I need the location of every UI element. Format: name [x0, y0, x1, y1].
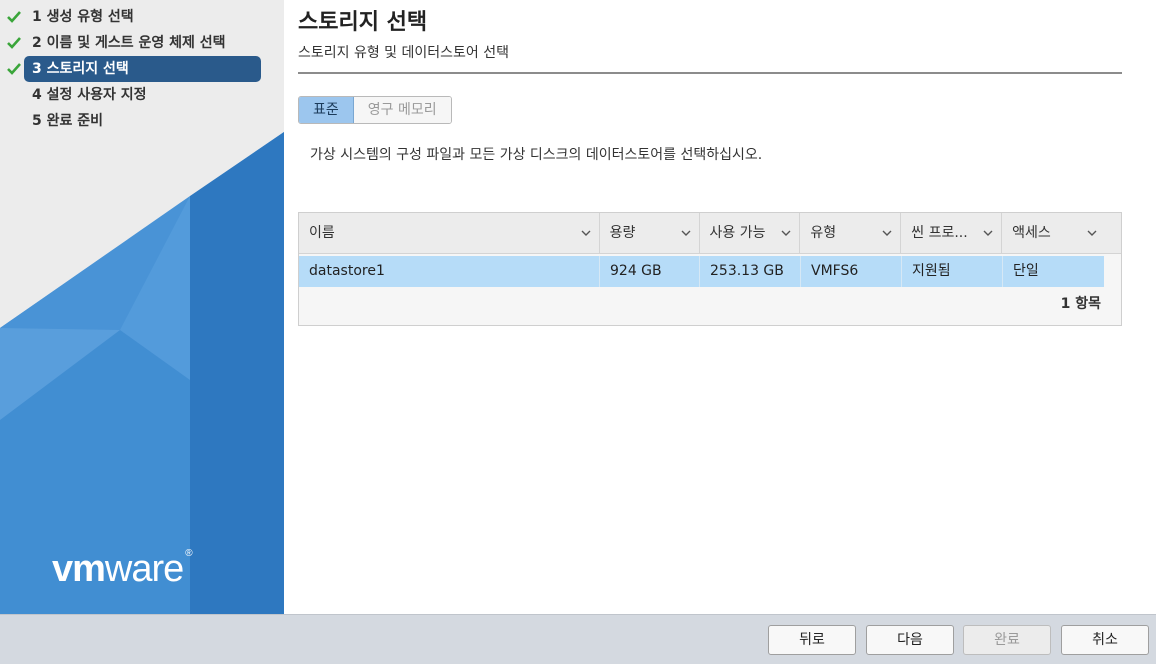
storage-type-standard[interactable]: 표준	[299, 97, 354, 123]
chevron-down-icon	[681, 230, 690, 236]
wizard-steps: 1 생성 유형 선택 2 이름 및 게스트 운영 체제 선택 3 스토리지 선택…	[0, 4, 284, 134]
column-header-capacity[interactable]: 용량	[600, 213, 700, 253]
wizard-step-5[interactable]: 5 완료 준비	[0, 108, 284, 134]
wizard-step-2[interactable]: 2 이름 및 게스트 운영 체제 선택	[0, 30, 284, 56]
datastore-table: 이름 용량 사용 가능 유형 씬 프로... 액세스 datastore1 92…	[298, 212, 1122, 326]
column-header-free[interactable]: 사용 가능	[700, 213, 801, 253]
wizard-sidebar: 1 생성 유형 선택 2 이름 및 게스트 운영 체제 선택 3 스토리지 선택…	[0, 0, 284, 614]
column-header-type[interactable]: 유형	[800, 213, 902, 253]
wizard-step-label: 4 설정 사용자 지정	[32, 87, 147, 103]
finish-button[interactable]: 완료	[963, 625, 1051, 655]
page-subtitle: 스토리지 유형 및 데이터스토어 선택	[298, 42, 1122, 74]
page-description: 가상 시스템의 구성 파일과 모든 가상 디스크의 데이터스토어를 선택하십시오…	[310, 147, 763, 163]
wizard-step-label: 5 완료 준비	[32, 113, 104, 129]
table-header: 이름 용량 사용 가능 유형 씬 프로... 액세스	[299, 213, 1121, 254]
wizard-step-label: 1 생성 유형 선택	[32, 9, 134, 25]
storage-type-toggle: 표준 영구 메모리	[298, 96, 452, 124]
chevron-down-icon	[581, 230, 591, 236]
column-header-label: 사용 가능	[709, 225, 766, 241]
cell-access: 단일	[1013, 263, 1039, 279]
chevron-down-icon	[781, 230, 791, 236]
wizard-step-label: 3 스토리지 선택	[32, 61, 129, 77]
wizard-button-bar: 뒤로 다음 완료 취소	[0, 614, 1156, 664]
column-header-label: 유형	[810, 225, 837, 241]
back-button[interactable]: 뒤로	[768, 625, 856, 655]
cell-name: datastore1	[299, 256, 600, 287]
chevron-down-icon	[1087, 230, 1097, 236]
column-header-access[interactable]: 액세스	[1002, 213, 1121, 253]
logo-vm: vm	[52, 548, 106, 590]
column-header-thin-provisioning[interactable]: 씬 프로...	[901, 213, 1003, 253]
cell-free: 253.13 GB	[700, 256, 801, 287]
chevron-down-icon	[882, 230, 892, 236]
column-header-label: 이름	[309, 225, 335, 241]
logo-registered-mark: ®	[185, 548, 192, 559]
storage-type-persistent-memory[interactable]: 영구 메모리	[353, 97, 451, 123]
wizard-step-label: 2 이름 및 게스트 운영 체제 선택	[32, 35, 226, 51]
cell-type: VMFS6	[801, 256, 902, 287]
column-header-label: 액세스	[1012, 225, 1051, 241]
chevron-down-icon	[983, 230, 993, 236]
table-row[interactable]: datastore1 924 GB 253.13 GB VMFS6 지원됨 단일	[299, 256, 1104, 287]
column-header-label: 용량	[609, 225, 636, 241]
check-icon	[6, 30, 22, 56]
logo-ware: ware	[104, 548, 184, 590]
cell-thin-provisioning: 지원됨	[902, 256, 1003, 287]
next-button[interactable]: 다음	[866, 625, 954, 655]
wizard-step-3[interactable]: 3 스토리지 선택	[7, 56, 261, 82]
main-content: 스토리지 선택 스토리지 유형 및 데이터스토어 선택 표준 영구 메모리 가상…	[298, 0, 1122, 163]
wizard-step-1[interactable]: 1 생성 유형 선택	[0, 4, 284, 30]
column-header-name[interactable]: 이름	[299, 213, 600, 253]
cancel-button[interactable]: 취소	[1061, 625, 1149, 655]
wizard-step-4[interactable]: 4 설정 사용자 지정	[0, 82, 284, 108]
column-header-label: 씬 프로...	[911, 225, 968, 241]
item-count: 1 항목	[1060, 296, 1101, 312]
vmware-logo: vmware ®	[52, 548, 193, 591]
check-icon	[6, 56, 22, 82]
check-icon	[6, 4, 22, 30]
cell-capacity: 924 GB	[600, 256, 700, 287]
page-title: 스토리지 선택	[298, 10, 428, 35]
